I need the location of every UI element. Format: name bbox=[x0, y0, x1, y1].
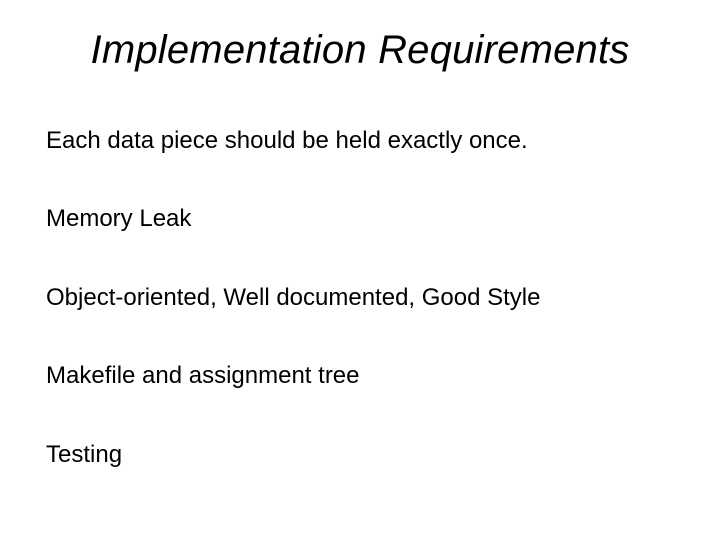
slide-container: Implementation Requirements Each data pi… bbox=[0, 0, 720, 540]
bullet-item: Each data piece should be held exactly o… bbox=[46, 125, 678, 157]
bullet-item: Testing bbox=[46, 439, 678, 471]
bullet-item: Makefile and assignment tree bbox=[46, 360, 678, 392]
bullet-item: Memory Leak bbox=[46, 203, 678, 235]
bullet-list: Each data piece should be held exactly o… bbox=[42, 125, 678, 471]
bullet-item: Object-oriented, Well documented, Good S… bbox=[46, 282, 678, 314]
slide-title: Implementation Requirements bbox=[42, 28, 678, 73]
